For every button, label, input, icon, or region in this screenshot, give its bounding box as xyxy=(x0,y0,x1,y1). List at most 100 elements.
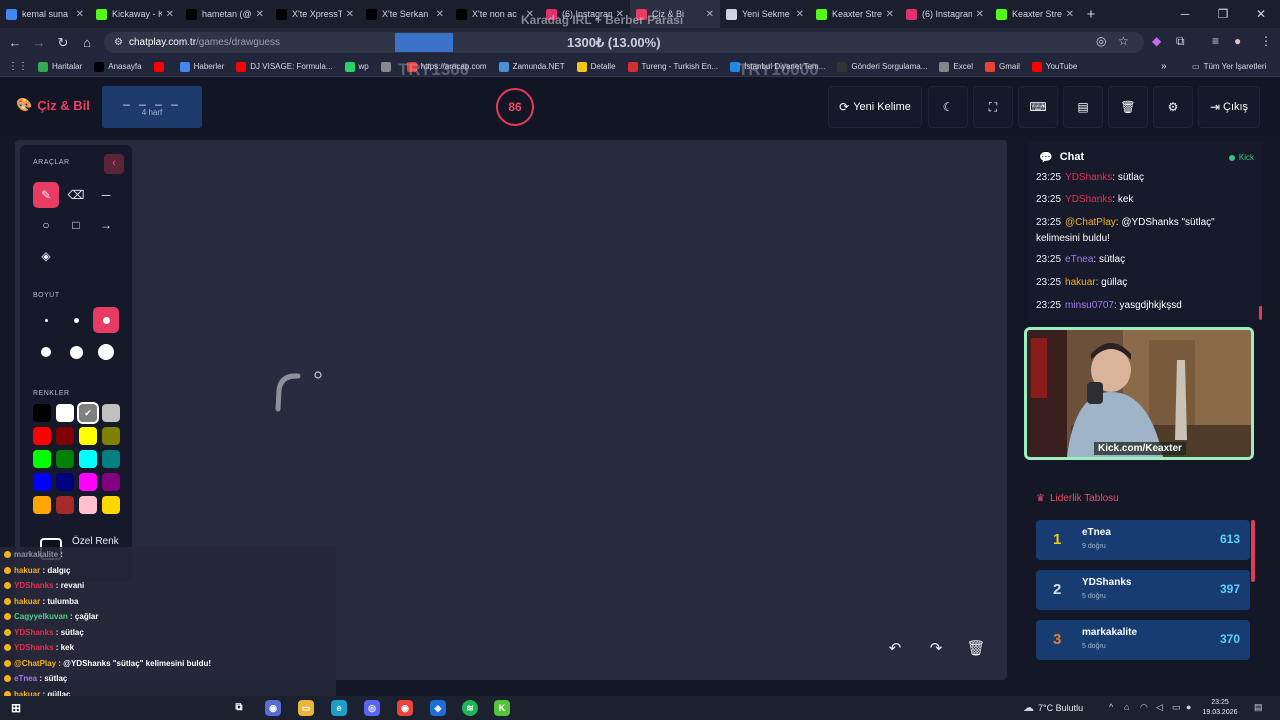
redo-button[interactable]: ↷ xyxy=(921,637,951,661)
new-tab-button[interactable]: + xyxy=(1080,6,1102,23)
close-tab-icon[interactable]: ✕ xyxy=(256,9,264,20)
bookmark-item[interactable] xyxy=(153,61,168,72)
fullscreen-button[interactable]: ⛶ xyxy=(973,86,1013,128)
tray-chevron-icon[interactable]: ^ xyxy=(1109,702,1113,712)
bookmark-star-icon[interactable]: ☆ xyxy=(1118,34,1129,48)
kick-app-icon[interactable]: K xyxy=(494,700,510,716)
site-info-icon[interactable]: ⚙ xyxy=(114,37,123,48)
exit-button[interactable]: ⇥ Çıkış xyxy=(1198,86,1260,128)
copilot-icon[interactable]: ◉ xyxy=(265,700,281,716)
close-tab-icon[interactable]: ✕ xyxy=(796,9,804,20)
close-tab-icon[interactable]: ✕ xyxy=(346,9,354,20)
network-icon[interactable]: ⌂ xyxy=(1124,702,1129,712)
collapse-panel-button[interactable]: ‹ xyxy=(104,154,124,174)
new-word-button[interactable]: ⟳ Yeni Kelime xyxy=(828,86,922,128)
browser-tab[interactable]: Keaxter Stre ✕ xyxy=(810,0,900,28)
rectangle-tool[interactable]: □ xyxy=(63,212,89,238)
browser-tab[interactable]: (6) Instagram ✕ xyxy=(900,0,990,28)
close-window-button[interactable]: ✕ xyxy=(1242,0,1280,28)
all-bookmarks[interactable]: ▭ Tüm Yer İşaretleri xyxy=(1192,62,1266,71)
bookmark-item[interactable]: Anasayfa xyxy=(94,61,142,72)
dark-mode-button[interactable]: ☾ xyxy=(928,86,968,128)
color-swatch[interactable] xyxy=(56,473,74,491)
color-swatch[interactable] xyxy=(33,473,51,491)
browser-tab[interactable]: kemal suna ✕ xyxy=(0,0,90,28)
extension-icon[interactable]: ◆ xyxy=(1152,34,1161,48)
color-swatch[interactable] xyxy=(33,496,51,514)
eye-off-icon[interactable]: ◎ xyxy=(1096,34,1106,48)
delete-button[interactable]: 🗑 xyxy=(1108,86,1148,128)
browser-tab[interactable]: X'te XpressT ✕ xyxy=(270,0,360,28)
close-tab-icon[interactable]: ✕ xyxy=(976,9,984,20)
battery-icon[interactable]: ▭ xyxy=(1172,702,1181,713)
color-swatch[interactable] xyxy=(79,450,97,468)
reading-list-icon[interactable]: ≡ xyxy=(1212,34,1219,48)
fill-tool[interactable]: ◈ xyxy=(33,243,59,269)
profile-avatar[interactable]: ● xyxy=(1234,34,1241,48)
menu-dots-icon[interactable]: ⋮ xyxy=(1260,34,1272,48)
color-swatch[interactable] xyxy=(102,473,120,491)
chat-scrollbar[interactable] xyxy=(1259,306,1262,320)
bookmark-item[interactable] xyxy=(380,61,395,72)
weather-widget[interactable]: ☁ 7°C Bulutlu xyxy=(1023,701,1083,714)
volume-icon[interactable]: ◁ xyxy=(1156,702,1163,713)
bookmark-item[interactable]: YouTube xyxy=(1031,61,1077,72)
forward-icon[interactable]: → xyxy=(27,35,51,50)
archive-button[interactable]: ▤ xyxy=(1063,86,1103,128)
back-icon[interactable]: ← xyxy=(3,35,27,50)
discord-icon[interactable]: ◎ xyxy=(364,700,380,716)
bookmark-item[interactable]: Gmail xyxy=(984,61,1020,72)
color-swatch[interactable] xyxy=(79,473,97,491)
color-swatch[interactable] xyxy=(56,450,74,468)
browser-tab[interactable]: X'te Serkan ✕ xyxy=(360,0,450,28)
bookmark-item[interactable]: Excel xyxy=(939,61,973,72)
size-option-1[interactable] xyxy=(33,307,59,333)
close-tab-icon[interactable]: ✕ xyxy=(706,9,714,20)
reload-icon[interactable]: ↻ xyxy=(51,35,75,51)
bookmark-item[interactable]: Gönderi Sorgulama... xyxy=(837,61,927,72)
keyboard-button[interactable]: ⌨ xyxy=(1018,86,1058,128)
browser-tab[interactable]: Keaxter Stre ✕ xyxy=(990,0,1080,28)
color-swatch[interactable] xyxy=(79,427,97,445)
close-tab-icon[interactable]: ✕ xyxy=(76,9,84,20)
bookmark-item[interactable]: Zamunda.NET xyxy=(498,61,565,72)
settings-button[interactable]: ⚙ xyxy=(1153,86,1193,128)
brush-tool[interactable]: ✎ xyxy=(33,182,59,208)
size-option-4[interactable] xyxy=(33,339,59,365)
color-swatch[interactable] xyxy=(102,496,120,514)
color-swatch[interactable] xyxy=(102,427,120,445)
close-tab-icon[interactable]: ✕ xyxy=(436,9,444,20)
app-icon[interactable]: ◈ xyxy=(430,700,446,716)
color-swatch[interactable] xyxy=(79,496,97,514)
arrow-tool[interactable]: → xyxy=(93,212,119,238)
maximize-button[interactable]: ❐ xyxy=(1204,0,1242,28)
color-swatch[interactable] xyxy=(56,404,74,422)
bookmark-item[interactable]: Tureng - Turkish En... xyxy=(627,61,718,72)
file-explorer-icon[interactable]: ▭ xyxy=(298,700,314,716)
extensions-puzzle-icon[interactable]: ⧉ xyxy=(1176,34,1185,49)
size-option-3[interactable] xyxy=(93,307,119,333)
close-tab-icon[interactable]: ✕ xyxy=(1066,9,1074,20)
browser-tab[interactable]: Kickaway - K ✕ xyxy=(90,0,180,28)
taskbar-clock[interactable]: 23:25 19.03.2026 xyxy=(1200,698,1240,718)
bookmark-item[interactable]: wp xyxy=(344,61,369,72)
color-swatch[interactable]: ✔ xyxy=(77,402,99,424)
size-option-2[interactable] xyxy=(63,307,89,333)
chrome-icon[interactable]: ◉ xyxy=(397,700,413,716)
color-swatch[interactable] xyxy=(33,427,51,445)
task-view-icon[interactable]: ⧉ xyxy=(231,700,247,716)
circle-tool[interactable]: ○ xyxy=(33,212,59,238)
bookmark-item[interactable]: Haberler xyxy=(179,61,224,72)
spotify-icon[interactable]: ≋ xyxy=(462,700,478,716)
color-swatch[interactable] xyxy=(102,404,120,422)
browser-tab[interactable]: hametan (@ ✕ xyxy=(180,0,270,28)
color-swatch[interactable] xyxy=(33,450,51,468)
minimize-button[interactable]: ─ xyxy=(1166,0,1204,28)
leaderboard-scrollbar[interactable] xyxy=(1251,520,1255,582)
clear-canvas-button[interactable]: 🗑 xyxy=(961,637,991,661)
wifi-icon[interactable]: ◠ xyxy=(1140,702,1148,713)
windows-start-icon[interactable]: ⊞ xyxy=(8,700,24,716)
close-tab-icon[interactable]: ✕ xyxy=(166,9,174,20)
more-bookmarks-icon[interactable]: » xyxy=(1161,61,1167,72)
color-swatch[interactable] xyxy=(33,404,51,422)
